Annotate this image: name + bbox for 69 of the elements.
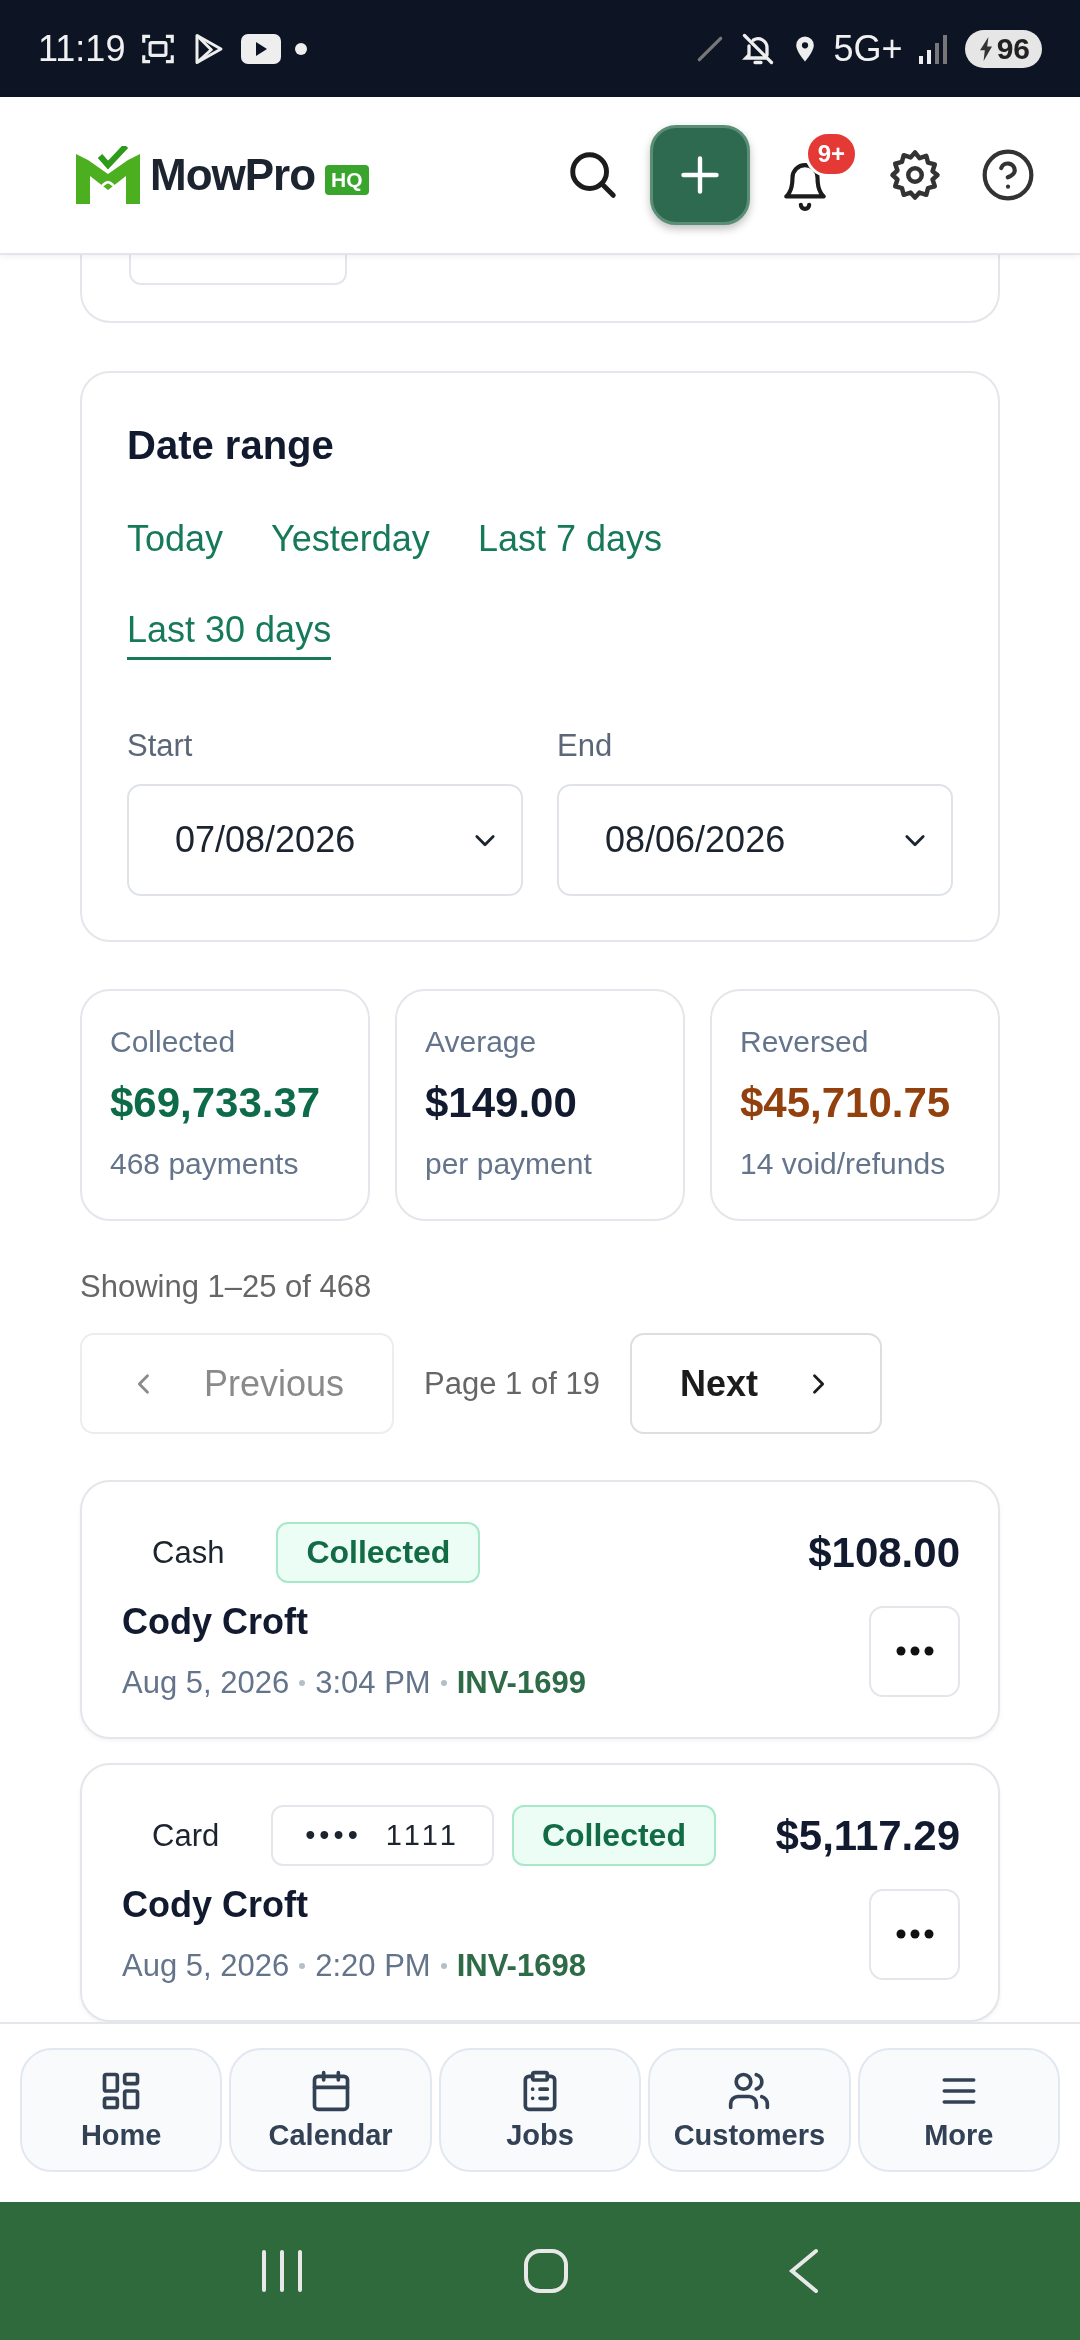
nav-tab[interactable]: More	[857, 2048, 1060, 2172]
section-title: Date range	[127, 423, 335, 468]
payment-method: Card	[151, 1817, 221, 1854]
customer-name: Cody Croft	[122, 1884, 309, 1926]
payment-amount: $108.00	[808, 1528, 960, 1577]
notification-count-badge: 9+	[804, 131, 858, 177]
payment-date: Aug 5, 2026	[122, 1665, 290, 1701]
more-actions-button[interactable]	[869, 1888, 960, 1980]
network-type: 5G+	[833, 27, 903, 70]
logo-icon	[76, 146, 140, 204]
date-preset-link[interactable]: Last 7 days	[477, 518, 662, 569]
plus-icon	[678, 153, 722, 197]
separator-dot-icon	[440, 1963, 447, 1969]
brand-name: MowPro	[150, 150, 316, 200]
more-icon	[894, 1646, 935, 1656]
status-time: 11:19	[38, 27, 126, 70]
stat-label: Average	[425, 1025, 538, 1059]
help-icon	[980, 147, 1036, 203]
payment-date: Aug 5, 2026	[122, 1948, 290, 1984]
stat-caption: per payment	[425, 1147, 593, 1181]
input-field[interactable]	[129, 255, 347, 285]
battery-indicator: 96	[964, 29, 1042, 68]
date-preset-link[interactable]: Yesterday	[271, 518, 430, 569]
video-play-icon	[241, 33, 282, 64]
dot-icon	[295, 42, 308, 55]
more-icon	[894, 1929, 935, 1939]
card-number-tag: •••• 1111	[271, 1805, 494, 1866]
customer-name: Cody Croft	[122, 1601, 309, 1643]
stat-caption: 468 payments	[110, 1147, 300, 1181]
status-badge: Collected	[276, 1522, 481, 1583]
stat-label: Reversed	[740, 1025, 870, 1059]
payment-time: 3:04 PM	[315, 1665, 431, 1701]
payment-amount: $5,117.29	[775, 1811, 960, 1860]
stat-caption: 14 void/refunds	[740, 1147, 947, 1181]
date-preset-link[interactable]: Last 30 days	[127, 609, 332, 660]
stat-value: $45,710.75	[740, 1079, 952, 1127]
date-select[interactable]: 08/06/2026	[557, 784, 953, 896]
date-select[interactable]: 07/08/2026	[127, 784, 523, 896]
invoice-link[interactable]: INV-1699	[456, 1665, 586, 1701]
nav-tab[interactable]: Jobs	[438, 2048, 642, 2172]
invoice-link[interactable]: INV-1698	[456, 1948, 586, 1984]
more-actions-button[interactable]	[869, 1605, 960, 1697]
separator-dot-icon	[440, 1680, 447, 1686]
field-label: End	[557, 728, 614, 764]
back-icon	[788, 2248, 821, 2294]
nav-tab[interactable]: Home	[20, 2048, 223, 2172]
date-preset-link[interactable]: Today	[127, 518, 224, 569]
brand-badge: HQ	[325, 165, 369, 195]
separator-dot-icon	[299, 1963, 306, 1969]
recent-apps-icon	[259, 2248, 304, 2294]
payment-method: Cash	[151, 1534, 226, 1571]
field-label: Start	[127, 728, 194, 764]
add-button[interactable]	[650, 125, 750, 225]
stat-label: Collected	[110, 1025, 237, 1059]
separator-dot-icon	[299, 1680, 306, 1686]
status-badge: Collected	[511, 1805, 716, 1866]
payment-card[interactable]: Cash Collected $108.00 Cody Croft Aug 5, 2026 3:04 PM INV-1699	[80, 1480, 1000, 1739]
payment-time: 2:20 PM	[315, 1948, 431, 1984]
settings-icon	[888, 148, 942, 202]
nav-tab[interactable]: Customers	[648, 2048, 851, 2172]
notifications-button[interactable]: 9+	[772, 131, 858, 219]
payment-card[interactable]: Card •••• 1111 Collected $5,117.29 Cody Croft Aug 5, 2026 2:20 PM INV-1698	[80, 1763, 1000, 2022]
stat-value: $69,733.37	[110, 1079, 322, 1127]
nav-tab[interactable]: Calendar	[229, 2048, 432, 2172]
stat-value: $149.00	[425, 1079, 578, 1127]
home-icon	[523, 2248, 569, 2294]
next-button[interactable]: Next	[629, 1333, 882, 1434]
page-indicator: Page 1 of 19	[424, 1365, 600, 1402]
results-summary: Showing 1–25 of 468	[80, 1269, 373, 1305]
